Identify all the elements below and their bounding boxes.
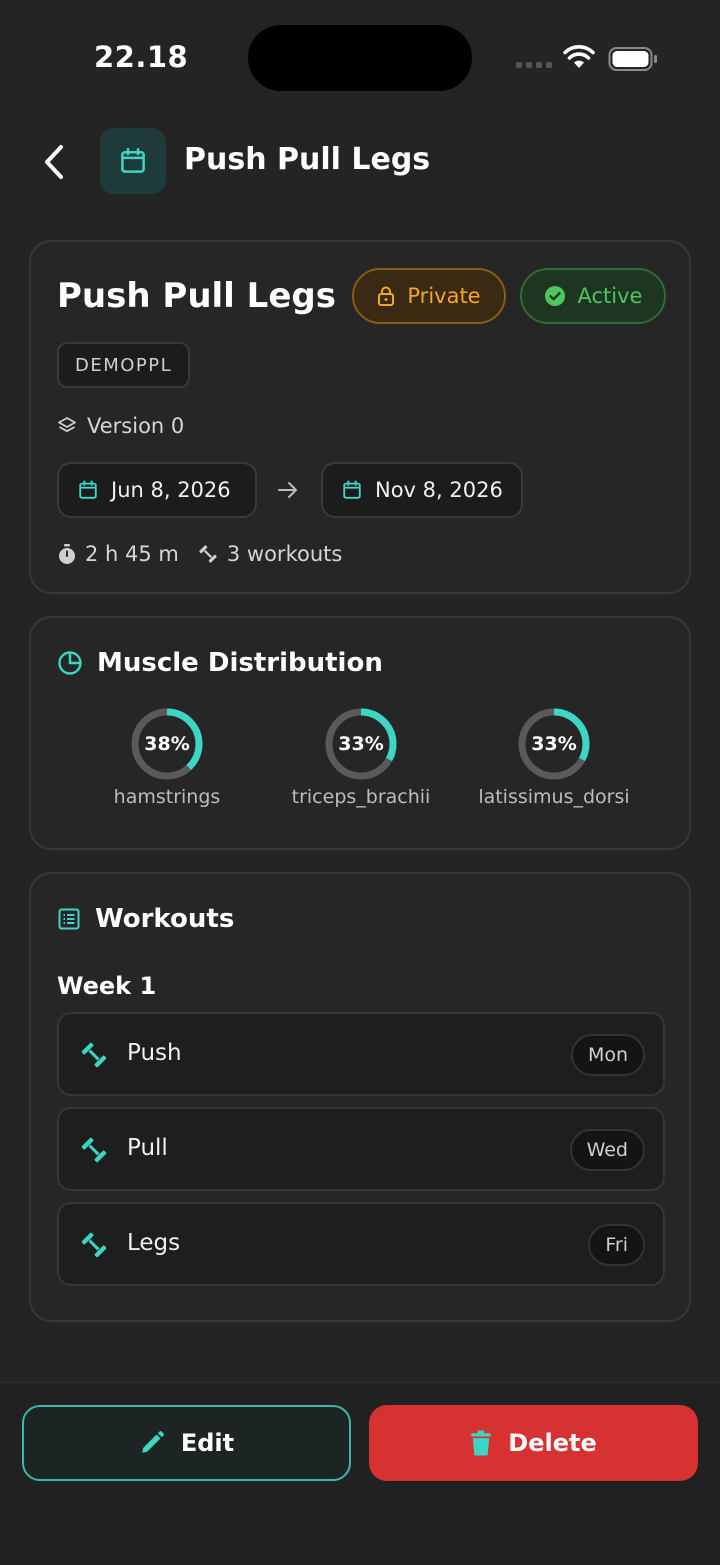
- action-bar: Edit Delete: [0, 1382, 720, 1565]
- workouts-title: Workouts: [95, 904, 235, 934]
- muscle-ring-latissimus: 33% latissimus_dorsi: [459, 706, 649, 808]
- muscle-label: hamstrings: [113, 786, 221, 808]
- dumbbell-icon: [81, 1042, 107, 1068]
- workout-name: Legs: [127, 1230, 181, 1256]
- status-bar: 22.18: [0, 0, 720, 110]
- delete-button[interactable]: Delete: [369, 1405, 698, 1481]
- lock-icon: [378, 286, 395, 306]
- progress-ring: 33%: [516, 706, 592, 782]
- delete-button-label: Delete: [508, 1429, 597, 1457]
- trash-icon: [471, 1430, 492, 1456]
- plan-meta-row: 2 h 45 m 3 workouts: [57, 542, 342, 566]
- workouts-card: Workouts Week 1 Push Mon Pull Wed Legs F…: [29, 872, 691, 1322]
- plan-code-chip: DEMOPPL: [57, 342, 191, 388]
- muscle-distribution-header: Muscle Distribution: [57, 648, 383, 678]
- page-title: Push Pull Legs: [184, 142, 431, 177]
- check-circle-icon: [544, 286, 565, 306]
- week-label: Week 1: [57, 972, 157, 1000]
- muscle-distribution-title: Muscle Distribution: [97, 648, 383, 678]
- workout-item-push[interactable]: Push Mon: [57, 1012, 665, 1096]
- dumbbell-icon: [199, 545, 217, 563]
- workouts-header: Workouts: [57, 904, 234, 934]
- calendar-icon: [79, 480, 97, 499]
- start-date: Jun 8, 2026: [111, 478, 231, 502]
- edit-button[interactable]: Edit: [22, 1405, 351, 1481]
- calendar-icon: [121, 147, 145, 173]
- chevron-left-icon: [45, 145, 63, 179]
- muscle-ring-triceps: 33% triceps_brachii: [266, 706, 456, 808]
- list-icon: [58, 908, 80, 930]
- progress-ring: 33%: [323, 706, 399, 782]
- privacy-badge-label: Private: [407, 284, 481, 308]
- start-date-chip: Jun 8, 2026: [57, 462, 257, 518]
- calendar-icon: [343, 480, 361, 499]
- workout-name: Push: [127, 1040, 182, 1066]
- status-time: 22.18: [94, 40, 189, 74]
- arrow-right-icon: [278, 482, 297, 498]
- workout-day-pill: Mon: [570, 1034, 645, 1076]
- edit-button-label: Edit: [180, 1429, 235, 1457]
- muscle-percent: 33%: [531, 733, 577, 755]
- status-badge: Active: [520, 268, 666, 324]
- header-calendar-badge: [100, 128, 166, 194]
- workout-day-pill: Fri: [588, 1224, 645, 1266]
- end-date: Nov 8, 2026: [375, 478, 503, 502]
- version-row: Version 0: [57, 414, 184, 438]
- status-badge-label: Active: [577, 284, 643, 308]
- workout-count-item: 3 workouts: [197, 542, 342, 566]
- muscle-percent: 33%: [338, 733, 384, 755]
- muscle-percent: 38%: [144, 733, 190, 755]
- stopwatch-icon: [59, 544, 75, 564]
- muscle-label: triceps_brachii: [291, 786, 431, 808]
- cellular-signal-icon: [516, 62, 552, 68]
- workout-name: Pull: [127, 1135, 168, 1161]
- version-label: Version 0: [87, 414, 185, 438]
- workout-item-legs[interactable]: Legs Fri: [57, 1202, 665, 1286]
- privacy-badge: Private: [352, 268, 506, 324]
- back-button[interactable]: [34, 140, 74, 184]
- dumbbell-icon: [81, 1137, 107, 1163]
- progress-ring: 38%: [129, 706, 205, 782]
- workout-count-label: 3 workouts: [226, 542, 343, 566]
- duration-label: 2 h 45 m: [85, 542, 179, 566]
- wifi-icon: [563, 45, 595, 68]
- end-date-chip: Nov 8, 2026: [321, 462, 523, 518]
- app-header: Push Pull Legs: [0, 128, 720, 196]
- duration-item: 2 h 45 m: [57, 542, 179, 566]
- pie-chart-icon: [58, 651, 82, 675]
- battery-icon: [608, 47, 657, 71]
- muscle-label: latissimus_dorsi: [478, 786, 630, 808]
- plan-name: Push Pull Legs: [57, 276, 336, 316]
- layers-icon: [58, 417, 76, 433]
- workout-day-pill: Wed: [569, 1129, 645, 1171]
- plan-details-card: Push Pull Legs Private Active DEMOPPL Ve…: [29, 240, 691, 594]
- dumbbell-icon: [81, 1232, 107, 1258]
- pencil-icon: [142, 1431, 164, 1453]
- workout-item-pull[interactable]: Pull Wed: [57, 1107, 665, 1191]
- muscle-ring-hamstrings: 38% hamstrings: [72, 706, 262, 808]
- muscle-distribution-card: Muscle Distribution 38% hamstrings 33% t…: [29, 616, 691, 850]
- dynamic-island: [248, 25, 472, 91]
